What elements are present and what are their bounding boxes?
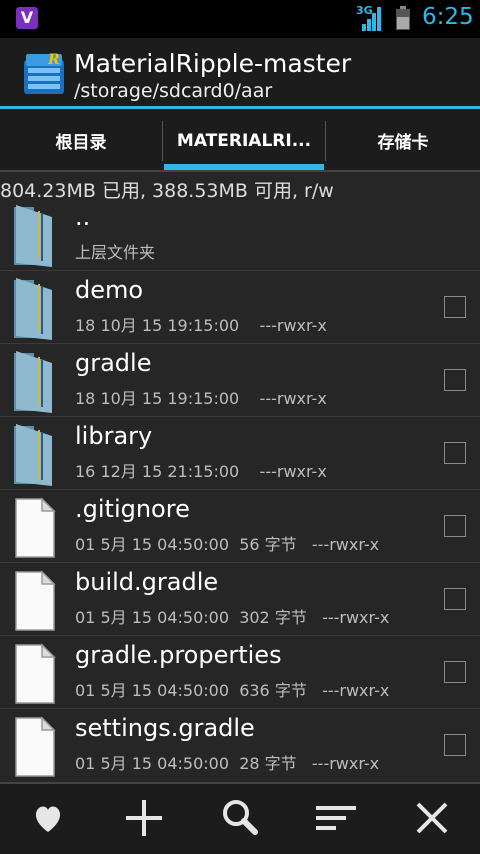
list-item-folder[interactable]: library 16 12月 15 21:15:00 ---rwxr-x [0,418,480,490]
sort-button[interactable] [316,798,356,838]
file-meta: 上层文件夹 [75,243,156,262]
document-icon [15,716,56,777]
heart-icon [35,806,61,832]
row-divider [0,343,480,344]
file-meta: 18 10月 15 19:15:00 ---rwxr-x [75,389,327,408]
document-icon [15,497,56,558]
list-item-parent-folder[interactable]: .. 上层文件夹 [0,199,480,271]
row-divider [0,708,480,709]
file-meta: 16 12月 15 21:15:00 ---rwxr-x [75,462,327,481]
list-item-file[interactable]: build.gradle 01 5月 15 04:50:00 302 字节 --… [0,564,480,636]
select-checkbox[interactable] [444,515,466,537]
folder-icon [14,351,52,413]
list-item-folder[interactable]: demo 18 10月 15 19:15:00 ---rwxr-x [0,272,480,344]
select-checkbox[interactable] [444,588,466,610]
select-checkbox[interactable] [444,369,466,391]
file-name: demo [75,276,144,304]
add-button[interactable] [124,798,164,838]
app-bar: R MaterialRipple-master /storage/sdcard0… [0,38,480,108]
tab-storage-card[interactable]: 存储卡 [326,109,480,172]
file-meta: 01 5月 15 04:50:00 302 字节 ---rwxr-x [75,608,390,627]
folder-icon [14,278,52,340]
row-divider [0,489,480,490]
tab-current-folder-label: MATERIALRI... [176,130,312,151]
search-button[interactable] [220,798,260,838]
bottom-action-bar [0,782,480,854]
sort-icon [316,806,356,830]
file-name: .gitignore [75,495,190,523]
tab-root-label: 根目录 [55,133,107,153]
row-divider [0,416,480,417]
file-manager-app-icon[interactable]: R [22,50,66,96]
svg-text:R: R [47,52,60,68]
select-checkbox[interactable] [444,442,466,464]
file-meta: 01 5月 15 04:50:00 636 字节 ---rwxr-x [75,681,390,700]
file-name: library [75,422,153,450]
folder-path: /storage/sdcard0/aar [74,80,273,102]
favorites-button[interactable] [28,798,68,838]
file-meta: 01 5月 15 04:50:00 28 字节 ---rwxr-x [75,754,380,773]
tab-bar: 根目录 MATERIALRI... 存储卡 [0,109,480,172]
file-meta: 01 5月 15 04:50:00 56 字节 ---rwxr-x [75,535,380,554]
row-divider [0,270,480,271]
select-checkbox[interactable] [444,296,466,318]
row-divider [0,635,480,636]
folder-icon [14,205,52,267]
battery-icon [396,6,410,30]
document-icon [15,643,56,704]
plus-icon [126,800,162,836]
search-icon [223,800,258,835]
file-name: gradle.properties [75,641,282,669]
file-name: settings.gradle [75,714,255,742]
document-icon [15,570,56,631]
signal-icon: 3G [356,4,384,32]
tabs-divider [0,170,480,172]
select-checkbox[interactable] [444,661,466,683]
file-name: build.gradle [75,568,219,596]
folder-icon [14,424,52,486]
file-name: gradle [75,349,152,377]
app-notification-icon: V [16,7,38,29]
file-name: .. [75,203,91,231]
tab-storage-card-label: 存储卡 [377,133,429,153]
close-icon [416,802,448,834]
list-item-file[interactable]: .gitignore 01 5月 15 04:50:00 56 字节 ---rw… [0,491,480,563]
tab-current-folder[interactable]: MATERIALRI... [163,109,325,172]
list-item-folder[interactable]: gradle 18 10月 15 19:15:00 ---rwxr-x [0,345,480,417]
tab-root[interactable]: 根目录 [0,109,162,172]
clock: 6:25 [422,4,474,30]
row-divider [0,562,480,563]
select-checkbox[interactable] [444,734,466,756]
list-item-file[interactable]: settings.gradle 01 5月 15 04:50:00 28 字节 … [0,710,480,782]
list-item-file[interactable]: gradle.properties 01 5月 15 04:50:00 636 … [0,637,480,709]
file-meta: 18 10月 15 19:15:00 ---rwxr-x [75,316,327,335]
exit-button[interactable] [412,798,452,838]
folder-title: MaterialRipple-master [74,49,352,78]
status-bar: V 3G 6:25 [0,0,480,38]
